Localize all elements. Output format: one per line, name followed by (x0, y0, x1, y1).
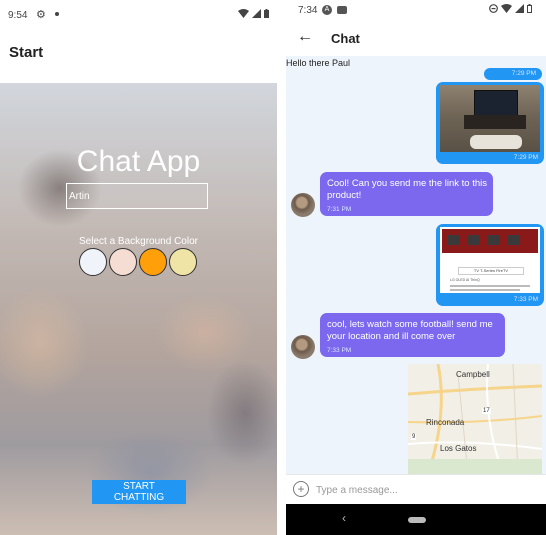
color-swatch-1[interactable] (79, 248, 107, 276)
message-time: 7:29 PM (513, 154, 538, 161)
message-bubble-received[interactable]: cool, lets watch some football! send me … (320, 313, 505, 357)
message-bubble-sent[interactable]: 7:29 PM (484, 68, 542, 80)
message-text: Hello there Paul (286, 58, 351, 68)
settings-icon: ⚙ (36, 9, 46, 21)
tv-photo (440, 85, 540, 152)
media-notification-icon (337, 6, 347, 14)
chat-screen: 7:34 A ← Chat Hello there Paul 7:29 PM 7… (286, 0, 546, 535)
app-bar-title: Start (9, 44, 44, 61)
chat-title: Chat (331, 31, 360, 46)
app-title: Chat App (76, 145, 201, 178)
add-attachment-icon[interactable]: + (293, 481, 309, 497)
notification-dot-icon (55, 12, 59, 16)
message-list[interactable]: Hello there Paul 7:29 PM 7:29 PM Cool! C… (286, 56, 546, 474)
navigation-bar: ‹ (286, 504, 546, 535)
nav-back-icon[interactable]: ‹ (342, 511, 346, 525)
message-text: Cool! Can you send me the link to this p… (327, 178, 488, 201)
start-screen: 9:54 ⚙ Start Chat App Select a Backgroun… (0, 0, 277, 535)
battery-icon (527, 4, 532, 13)
avatar (291, 335, 315, 359)
map-road-number: 9 (411, 434, 417, 440)
signal-icon (252, 9, 261, 18)
status-bar: 7:34 A (286, 0, 546, 24)
color-swatches (79, 248, 197, 276)
color-swatch-3[interactable] (139, 248, 167, 276)
message-time: 7:33 PM (513, 296, 538, 303)
location-map[interactable]: Campbell Rinconada Los Gatos 9 17 (408, 364, 542, 474)
color-swatch-2[interactable] (109, 248, 137, 276)
message-bubble-received[interactable]: Cool! Can you send me the link to this p… (320, 172, 493, 216)
color-swatch-4[interactable] (169, 248, 197, 276)
message-time: 7:29 PM (511, 70, 536, 77)
do-not-disturb-icon (489, 4, 498, 13)
message-composer: + (286, 474, 546, 505)
message-input[interactable] (314, 480, 538, 500)
image-caption: TV T-Series FireTV (458, 267, 524, 275)
name-input[interactable] (66, 183, 208, 209)
map-label: Los Gatos (440, 444, 477, 453)
wifi-icon (238, 9, 249, 18)
chat-app-bar: ← Chat (286, 24, 546, 56)
map-label: Rinconada (426, 418, 465, 427)
signal-icon (515, 4, 524, 13)
status-bar: 9:54 ⚙ (0, 0, 277, 30)
map-road-number: 17 (482, 408, 491, 414)
start-chatting-button[interactable]: START CHATTING (92, 480, 186, 504)
message-text: cool, lets watch some football! send me … (327, 319, 493, 342)
avatar (291, 193, 315, 217)
color-label: Select a Background Color (79, 236, 198, 247)
status-time: 7:34 (298, 5, 318, 16)
wifi-icon (501, 4, 512, 13)
status-time: 9:54 (8, 10, 28, 21)
image-subtext: LG OLED AI ThinQ (450, 278, 480, 282)
message-time: 7:33 PM (327, 347, 352, 354)
message-bubble-sent-image[interactable]: TV T-Series FireTV LG OLED AI ThinQ 7:33… (436, 224, 544, 306)
message-bubble-sent-image[interactable]: 7:29 PM (436, 82, 544, 164)
product-screenshot: TV T-Series FireTV LG OLED AI ThinQ (440, 227, 540, 293)
nav-home-icon[interactable] (408, 517, 426, 523)
battery-icon (264, 9, 269, 18)
message-time: 7:31 PM (327, 206, 352, 213)
map-label: Campbell (456, 370, 490, 379)
app-notification-icon: A (322, 5, 332, 15)
back-arrow-icon[interactable]: ← (297, 28, 313, 46)
